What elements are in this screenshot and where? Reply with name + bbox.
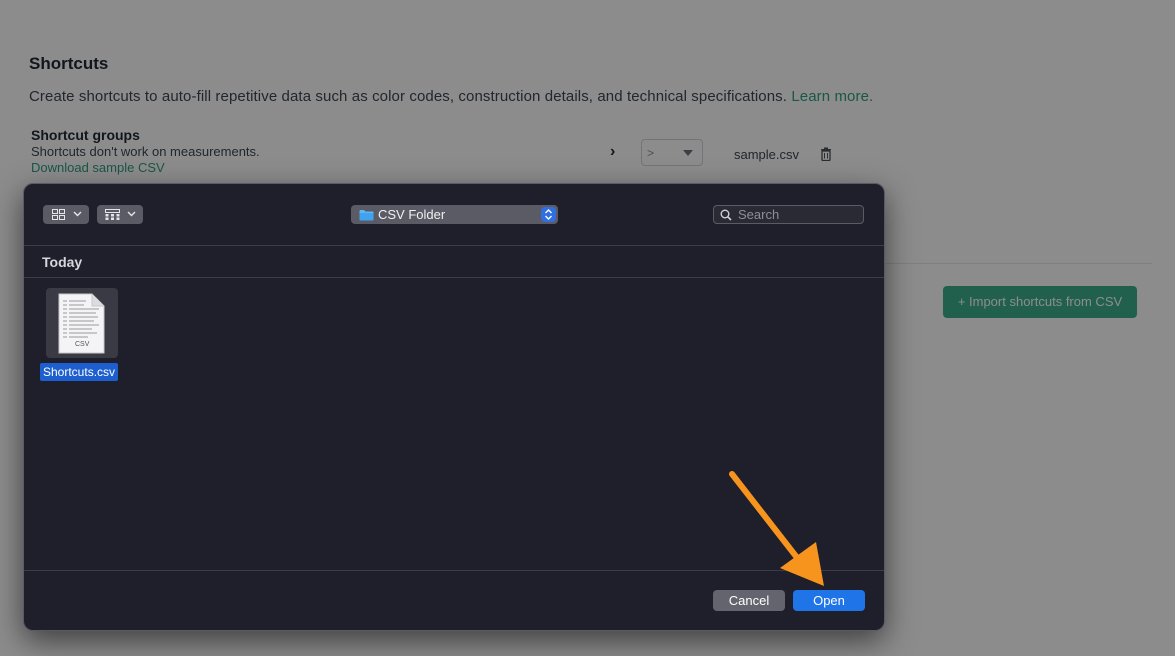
file-item[interactable]: CSV Shortcuts.csv [40,288,124,381]
cancel-button[interactable]: Cancel [713,590,785,611]
thumb-label: CSV [75,341,90,348]
stepper-icon [541,207,556,222]
open-button[interactable]: Open [793,590,865,611]
toolbar-divider [24,245,884,246]
chevron-down-icon [127,211,136,217]
file-name: Shortcuts.csv [40,363,119,381]
gallery-view-icon [105,209,120,220]
search-input[interactable] [738,206,858,223]
grid-view-icon [52,209,65,220]
search-icon [720,209,732,221]
location-label: CSV Folder [378,207,446,222]
file-thumbnail: CSV [46,288,118,358]
pointer-arrow-icon [729,471,824,586]
section-divider [24,277,884,278]
icon-view-button[interactable] [43,205,89,224]
location-popup[interactable]: CSV Folder [351,205,558,224]
group-view-button[interactable] [97,205,143,224]
dialog-toolbar: CSV Folder [24,184,884,246]
section-header-today: Today [42,254,83,270]
chevron-down-icon [73,211,82,217]
folder-icon [359,210,374,221]
search-field[interactable] [713,205,864,224]
